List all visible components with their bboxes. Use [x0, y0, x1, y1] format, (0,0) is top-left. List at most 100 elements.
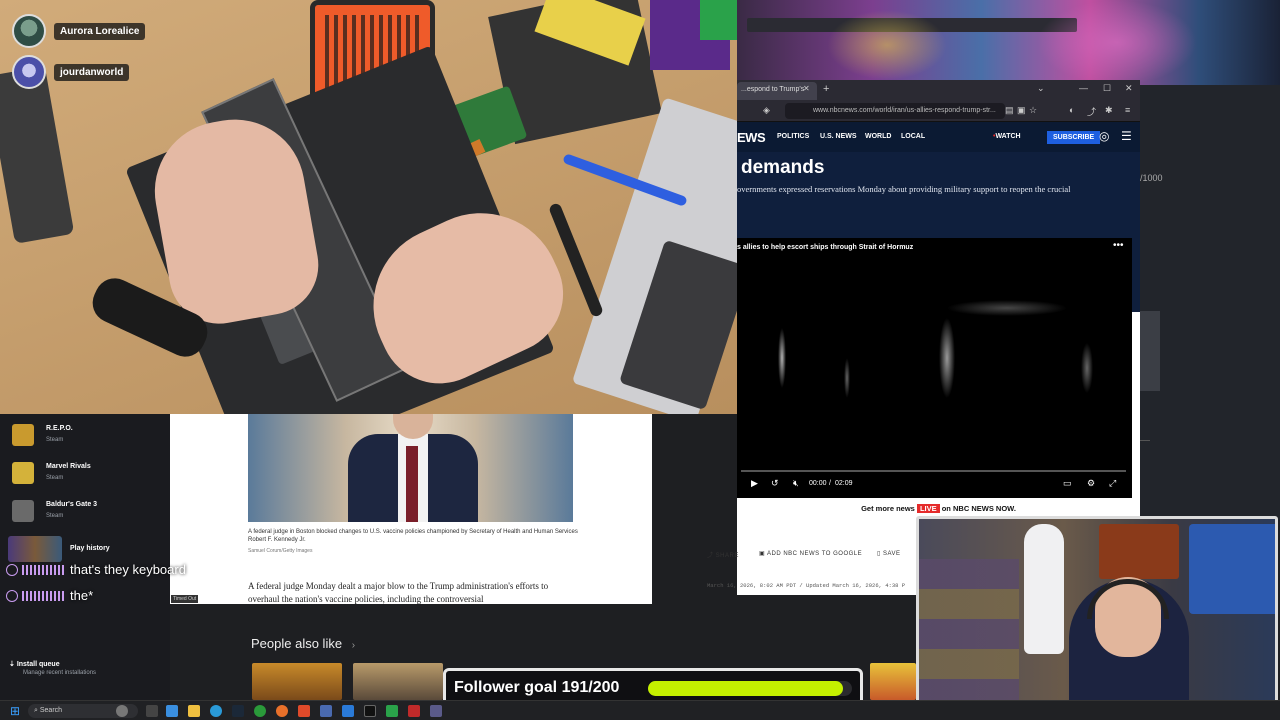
install-queue-title: Install queue — [16, 661, 60, 668]
game-capsule[interactable] — [870, 663, 916, 700]
chat-badge-icon — [6, 563, 18, 576]
app-icon[interactable] — [342, 705, 354, 717]
edge-icon[interactable] — [210, 705, 222, 717]
headline: demands — [741, 157, 825, 178]
nbc-news-now-label: NBC NEWS NOW. — [952, 504, 1016, 513]
account-icon[interactable]: ◎ — [1099, 129, 1109, 143]
play-history-thumb — [8, 536, 62, 562]
widgets-icon[interactable] — [116, 705, 128, 717]
progress-track[interactable] — [741, 470, 1126, 472]
xbox-icon[interactable] — [254, 705, 266, 717]
subscribe-button[interactable]: SUBSCRIBE — [1047, 131, 1101, 144]
article-window: A federal judge in Boston blocked change… — [170, 414, 652, 604]
windows-start-icon[interactable]: ⊞ — [10, 704, 20, 718]
tab-list-icon[interactable]: ⌄ — [1037, 83, 1045, 94]
people-also-like-heading[interactable]: People also like › — [251, 636, 355, 651]
chat-username — [22, 590, 66, 601]
play-icon[interactable]: ▶ — [751, 478, 758, 489]
steam-library-sidebar: R.E.P.O. Steam Marvel Rivals Steam Baldu… — [0, 414, 170, 704]
background-game-art — [737, 0, 1280, 85]
nbc-navbar: EWS POLITICS U.S. NEWS WORLD LOCAL •WATC… — [737, 122, 1140, 152]
address-bar: ◈ www.nbcnews.com/world/iran/us-allies-r… — [737, 100, 1140, 122]
share-button[interactable]: ⤴ SHARE — [707, 550, 739, 559]
add-to-google-button[interactable]: ▣ ADD NBC NEWS TO GOOGLE — [759, 550, 862, 557]
replay-icon[interactable]: ↺ — [771, 478, 779, 489]
minimize-icon[interactable]: — — [1079, 83, 1088, 93]
streamer-webcam — [916, 516, 1278, 716]
follower-goal-track — [648, 681, 852, 696]
nav-politics[interactable]: POLITICS — [777, 133, 809, 140]
dateline: March 16, 2026, 8:02 AM PDT / Updated Ma… — [707, 582, 906, 589]
game-name: R.E.P.O. — [46, 425, 73, 432]
chat-message: the* — [6, 588, 93, 603]
shield-icon[interactable]: ◈ — [763, 105, 770, 116]
steam-store-panel: /1000 — [1140, 85, 1280, 520]
photo-caption: A federal judge in Boston blocked change… — [248, 529, 578, 544]
get-more-on: on — [941, 504, 951, 513]
more-options-icon[interactable]: ••• — [1113, 240, 1124, 251]
steam-icon[interactable] — [232, 705, 244, 717]
avatar — [12, 55, 46, 89]
player-controls: ▶ ↺ 🔇︎ 00:00 / 02:09 ▭ ⚙ ⤢ — [751, 478, 1117, 489]
video-player[interactable]: s allies to help escort ships through St… — [737, 238, 1132, 498]
terminal-icon[interactable] — [364, 705, 376, 717]
new-tab-icon[interactable]: + — [823, 83, 829, 95]
bookmark-star-icon[interactable]: ☆ — [1029, 105, 1037, 116]
time-total: 02:09 — [835, 480, 853, 487]
app-icon[interactable] — [320, 705, 332, 717]
firefox-icon[interactable] — [276, 705, 288, 717]
file-explorer-icon[interactable] — [188, 705, 200, 717]
menu-icon[interactable]: ≡ — [1125, 105, 1130, 115]
photo-credit: Samuel Corum/Getty Images — [248, 548, 313, 554]
game-name: Baldur's Gate 3 — [46, 501, 98, 508]
counter-text: /1000 — [1140, 173, 1163, 183]
game-capsule[interactable] — [252, 663, 342, 700]
get-more-news-banner[interactable]: Get more news LIVE on NBC NEWS NOW. — [737, 498, 1140, 518]
app-icon[interactable] — [166, 705, 178, 717]
video-title: s allies to help escort ships through St… — [737, 244, 914, 251]
hamburger-menu-icon[interactable]: ☰ — [1121, 129, 1132, 143]
maximize-icon[interactable]: ☐ — [1103, 83, 1111, 94]
game-capsule[interactable] — [353, 663, 443, 700]
captions-icon[interactable]: ▭ — [1063, 478, 1072, 489]
picture-icon[interactable]: ▣ — [1017, 105, 1026, 116]
follower-goal-fill — [648, 681, 843, 696]
nav-local[interactable]: LOCAL — [901, 133, 925, 140]
brave-icon[interactable] — [298, 705, 310, 717]
app-icon[interactable] — [408, 705, 420, 717]
url-field[interactable]: www.nbcnews.com/world/iran/us-allies-res… — [785, 103, 1005, 119]
avatar — [12, 14, 46, 48]
extension-icon[interactable]: ◐ — [1069, 105, 1074, 115]
reader-icon[interactable]: ▤ — [1005, 105, 1014, 116]
nav-us-news[interactable]: U.S. NEWS — [820, 133, 857, 140]
game-platform: Steam — [46, 475, 64, 481]
people-also-like-label: People also like — [251, 636, 343, 651]
task-view-icon[interactable] — [146, 705, 158, 717]
nav-world[interactable]: WORLD — [865, 133, 891, 140]
window-close-icon[interactable]: ✕ — [1125, 83, 1133, 94]
close-tab-icon[interactable]: ✕ — [803, 84, 810, 93]
get-more-text: Get more news — [861, 504, 915, 513]
watch-link[interactable]: •WATCH — [993, 133, 1021, 140]
download-icon: ⇣ — [9, 661, 17, 668]
follower-goal-label: Follower goal 191/200 — [454, 679, 620, 696]
participant-name: Aurora Lorealice — [54, 22, 146, 40]
participant-name: jourdanworld — [54, 63, 130, 81]
settings-gear-icon[interactable]: ⚙ — [1087, 478, 1095, 489]
chat-text: the* — [70, 588, 94, 603]
chat-username — [22, 564, 66, 575]
chat-text: that's they keyboard — [70, 562, 186, 577]
share-icon[interactable]: ⤴ — [1087, 105, 1096, 118]
live-badge: LIVE — [916, 504, 940, 513]
app-icon[interactable] — [430, 705, 442, 717]
puzzle-icon[interactable]: ✱ — [1105, 105, 1113, 116]
install-queue[interactable]: ⇣ Install queue Manage recent installati… — [9, 660, 96, 676]
article-body: A federal judge Monday dealt a major blo… — [248, 581, 549, 605]
xbox-app-icon[interactable] — [386, 705, 398, 717]
mute-icon[interactable]: 🔇︎ — [793, 478, 799, 489]
save-button[interactable]: ▯ SAVE — [877, 550, 901, 557]
fullscreen-icon[interactable]: ⤢ — [1109, 478, 1116, 489]
nbc-logo[interactable]: EWS — [737, 130, 766, 145]
article-photo — [248, 414, 573, 522]
game-icon — [12, 500, 34, 522]
